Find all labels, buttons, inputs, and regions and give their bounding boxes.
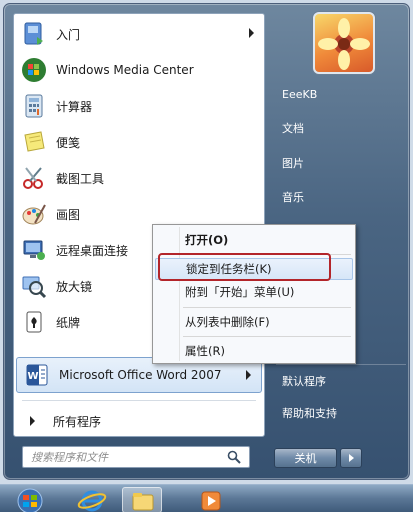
context-item-properties[interactable]: 属性(R) [155, 340, 353, 362]
start-item-label: 远程桌面连接 [56, 243, 129, 258]
start-item-getting-started[interactable]: 入门 [14, 16, 264, 52]
right-item-pictures[interactable]: 图片 [272, 152, 410, 174]
word-icon: W [23, 361, 51, 389]
context-item-label: 打开(O) [185, 233, 229, 247]
magnifier-icon [20, 272, 48, 300]
all-programs-button[interactable]: 所有程序 [14, 408, 264, 434]
right-item-label: 图片 [282, 157, 304, 170]
media-player-icon [201, 491, 221, 511]
start-item-label: 放大镜 [56, 279, 93, 294]
flower-picture-icon [318, 18, 370, 70]
search-placeholder: 搜索程序和文件 [31, 451, 108, 464]
triangle-right-icon [30, 416, 35, 426]
start-item-label: 截图工具 [56, 171, 105, 186]
paint-icon [20, 200, 48, 228]
submenu-arrow-icon[interactable] [249, 28, 254, 38]
start-item-label: 入门 [56, 27, 81, 42]
left-pane-divider [22, 400, 256, 401]
taskbar [0, 484, 413, 512]
all-programs-label: 所有程序 [53, 414, 102, 429]
user-avatar[interactable] [313, 12, 375, 74]
start-item-sticky-notes[interactable]: 便笺 [14, 124, 264, 160]
right-item-user-folder[interactable]: EeeKB [272, 83, 410, 105]
windows-orb-icon [17, 488, 43, 512]
search-icon[interactable] [227, 450, 241, 467]
sticky-notes-icon [20, 128, 48, 156]
context-menu-divider [183, 307, 351, 308]
right-item-help-support[interactable]: 帮助和支持 [272, 402, 410, 424]
svg-text:W: W [27, 371, 38, 382]
context-item-pin-to-start[interactable]: 附到「开始」菜单(U) [155, 281, 353, 303]
folder-icon [132, 493, 154, 511]
shutdown-options-button[interactable] [340, 448, 362, 468]
desktop: 入门 Windows Media Center 计算器 便笺 截图工具 画图 远… [0, 0, 413, 512]
right-item-documents[interactable]: 文档 [272, 117, 410, 139]
context-menu: 打开(O) 锁定到任务栏(K) 附到「开始」菜单(U) 从列表中删除(F) 属性… [152, 224, 356, 364]
taskbar-media-player[interactable] [192, 487, 232, 512]
triangle-right-icon [348, 454, 354, 462]
shutdown-button[interactable]: 关机 [274, 448, 337, 468]
internet-explorer-icon [77, 490, 107, 512]
start-item-label: Windows Media Center [56, 63, 194, 77]
start-item-calculator[interactable]: 计算器 [14, 88, 264, 124]
context-item-label: 附到「开始」菜单(U) [185, 285, 295, 299]
context-item-label: 从列表中删除(F) [185, 315, 270, 329]
context-menu-divider [183, 336, 351, 337]
right-item-music[interactable]: 音乐 [272, 186, 410, 208]
windows-media-center-icon [20, 56, 48, 84]
start-item-label: 计算器 [56, 99, 93, 114]
start-item-label: 画图 [56, 207, 81, 222]
taskbar-internet-explorer[interactable] [72, 487, 112, 512]
right-item-label: 文档 [282, 122, 304, 135]
right-item-label: EeeKB [282, 87, 318, 101]
start-item-windows-media-center[interactable]: Windows Media Center [14, 52, 264, 88]
context-item-open[interactable]: 打开(O) [155, 229, 353, 251]
start-orb-button[interactable] [8, 487, 52, 512]
calculator-icon [20, 92, 48, 120]
start-item-snipping-tool[interactable]: 截图工具 [14, 160, 264, 196]
shutdown-label: 关机 [294, 452, 317, 465]
search-input[interactable]: 搜索程序和文件 [22, 446, 250, 468]
right-item-label: 帮助和支持 [282, 407, 337, 420]
start-item-label: Microsoft Office Word 2007 [59, 368, 222, 382]
start-item-label: 纸牌 [56, 315, 81, 330]
annotation-highlight-box [158, 253, 331, 281]
remote-desktop-icon [20, 236, 48, 264]
submenu-arrow-icon[interactable] [246, 370, 251, 380]
right-item-label: 默认程序 [282, 375, 326, 388]
right-pane-divider [276, 364, 406, 365]
taskbar-explorer[interactable] [122, 487, 162, 512]
right-item-default-programs[interactable]: 默认程序 [272, 370, 410, 392]
start-item-label: 便笺 [56, 135, 81, 150]
context-item-label: 属性(R) [185, 344, 225, 358]
snipping-tool-icon [20, 164, 48, 192]
context-item-remove-from-list[interactable]: 从列表中删除(F) [155, 311, 353, 333]
right-item-label: 音乐 [282, 191, 304, 204]
getting-started-icon [20, 20, 48, 48]
solitaire-icon [20, 308, 48, 336]
